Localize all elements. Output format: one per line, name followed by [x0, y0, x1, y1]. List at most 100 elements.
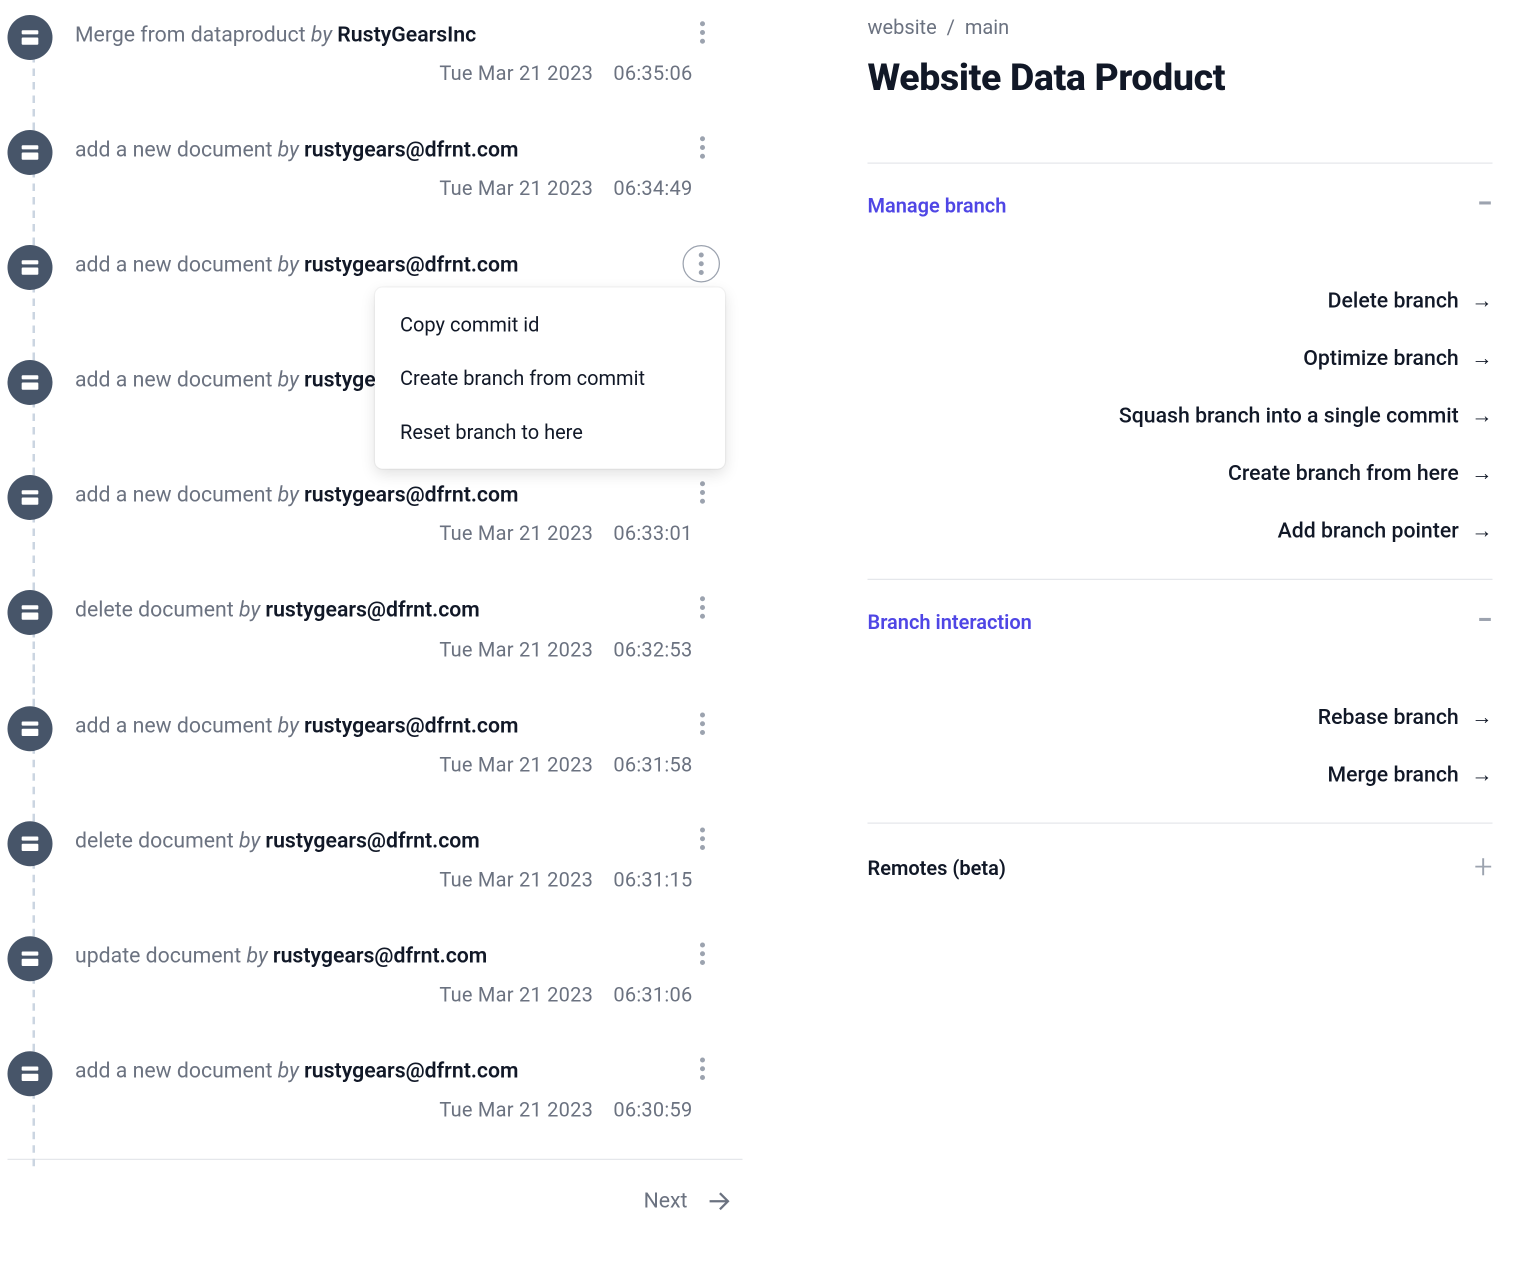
- commit-author: rustygears@dfrnt.com: [304, 138, 518, 163]
- section-title: Manage branch: [868, 193, 1007, 217]
- commit-time: 06:33:01: [613, 522, 692, 546]
- section-head[interactable]: Branch interaction −: [868, 608, 1493, 636]
- expand-icon[interactable]: +: [1474, 851, 1492, 884]
- collapse-icon[interactable]: −: [1477, 608, 1492, 636]
- commit-icon: [8, 475, 53, 520]
- arrow-right-icon: →: [1471, 346, 1492, 371]
- breadcrumb-sep: /: [947, 15, 955, 39]
- commit-author: rustygears@dfrnt.com: [273, 943, 487, 968]
- commit-body: update document by rustygears@dfrnt.com …: [75, 936, 743, 1006]
- kebab-icon[interactable]: [683, 245, 721, 283]
- commit-body: delete document by rustygears@dfrnt.com …: [75, 591, 743, 661]
- section-head[interactable]: Remotes (beta) +: [868, 851, 1493, 884]
- commit-body: delete document by rustygears@dfrnt.com …: [75, 821, 743, 891]
- next-button[interactable]: Next: [644, 1189, 688, 1214]
- breadcrumb-a[interactable]: website: [868, 15, 937, 39]
- arrow-right-icon[interactable]: [705, 1187, 733, 1215]
- commit-time: 06:35:06: [613, 61, 692, 85]
- by-label: by: [278, 483, 304, 508]
- commit-message: add a new document: [75, 368, 278, 393]
- commit-icon: [8, 360, 53, 405]
- commit-icon: [8, 706, 53, 751]
- commit-row[interactable]: delete document by rustygears@dfrnt.com …: [8, 583, 743, 698]
- commit-message: update document: [75, 943, 246, 968]
- context-menu-item[interactable]: Reset branch to here: [375, 405, 725, 459]
- context-menu-item[interactable]: Copy commit id: [375, 298, 725, 352]
- action-label: Optimize branch: [1303, 346, 1458, 371]
- kebab-icon[interactable]: [685, 706, 720, 741]
- commit-message: add a new document: [75, 713, 278, 738]
- commit-icon: [8, 15, 53, 60]
- commit-author: rustygears@dfrnt.com: [304, 483, 518, 508]
- breadcrumb-b[interactable]: main: [965, 15, 1009, 39]
- section-head[interactable]: Manage branch −: [868, 191, 1493, 219]
- kebab-icon[interactable]: [685, 130, 720, 165]
- action-label: Create branch from here: [1228, 461, 1459, 486]
- detail-panel: website / main Website Data Product Mana…: [743, 8, 1493, 919]
- commit-date: Tue Mar 21 2023: [439, 1097, 593, 1121]
- by-label: by: [278, 368, 304, 393]
- action-label: Rebase branch: [1318, 705, 1459, 730]
- commit-date: Tue Mar 21 2023: [439, 982, 593, 1006]
- branch-action[interactable]: Merge branch→: [1327, 763, 1492, 788]
- commit-row[interactable]: update document by rustygears@dfrnt.com …: [8, 928, 743, 1043]
- branch-action[interactable]: Create branch from here→: [1228, 461, 1493, 486]
- by-label: by: [246, 943, 272, 968]
- section-title: Remotes (beta): [868, 856, 1006, 880]
- commit-body: add a new document by rustygears@dfrnt.c…: [75, 1051, 743, 1121]
- by-label: by: [239, 598, 265, 623]
- commit-row[interactable]: add a new document by rustygears@dfrnt.c…: [8, 238, 743, 353]
- by-label: by: [239, 828, 265, 853]
- branch-action[interactable]: Squash branch into a single commit→: [1119, 404, 1493, 429]
- commit-row[interactable]: add a new document by rustygears@dfrnt.c…: [8, 468, 743, 583]
- branch-action[interactable]: Optimize branch →: [1303, 346, 1492, 371]
- commit-icon: [8, 936, 53, 981]
- commit-author: rustygears@dfrnt.com: [265, 598, 479, 623]
- by-label: by: [278, 713, 304, 738]
- commit-message: add a new document: [75, 1059, 278, 1084]
- commit-body: add a new document by rustygears@dfrnt.c…: [75, 130, 743, 200]
- commit-message: Merge from dataproduct: [75, 23, 311, 48]
- commit-row[interactable]: delete document by rustygears@dfrnt.com …: [8, 813, 743, 928]
- arrow-right-icon: →: [1471, 705, 1492, 730]
- commit-message: delete document: [75, 598, 239, 623]
- branch-action[interactable]: Rebase branch →: [1318, 705, 1493, 730]
- breadcrumb[interactable]: website / main: [868, 15, 1493, 39]
- commit-time: 06:32:53: [613, 637, 692, 661]
- commit-row[interactable]: add a new document by rustygears@dfrnt.c…: [8, 123, 743, 238]
- kebab-icon[interactable]: [685, 936, 720, 971]
- commit-icon: [8, 245, 53, 290]
- context-menu: Copy commit idCreate branch from commitR…: [375, 288, 725, 469]
- commit-icon: [8, 130, 53, 175]
- commit-author: rustygears@dfrnt.com: [265, 828, 479, 853]
- commit-row[interactable]: add a new document by rustygears@dfrnt.c…: [8, 1044, 743, 1159]
- commit-body: add a new document by rustygears@dfrnt.c…: [75, 706, 743, 776]
- commit-author: rustygears@dfrnt.com: [304, 713, 518, 738]
- divider: [8, 1159, 743, 1160]
- commit-row[interactable]: Merge from dataproduct by RustyGearsInc …: [8, 8, 743, 123]
- branch-action[interactable]: Add branch pointer→: [1278, 519, 1493, 544]
- page-title: Website Data Product: [868, 56, 1493, 100]
- commit-message: delete document: [75, 828, 239, 853]
- collapse-icon[interactable]: −: [1477, 191, 1492, 219]
- by-label: by: [278, 253, 304, 278]
- commit-time: 06:31:06: [613, 982, 692, 1006]
- action-label: Delete branch: [1328, 289, 1459, 314]
- commit-author: rustygears@dfrnt.com: [304, 1059, 518, 1084]
- commit-icon: [8, 821, 53, 866]
- action-label: Add branch pointer: [1278, 519, 1459, 544]
- commit-row[interactable]: add a new document by rustygears@dfrnt.c…: [8, 698, 743, 813]
- commit-date: Tue Mar 21 2023: [439, 637, 593, 661]
- kebab-icon[interactable]: [685, 821, 720, 856]
- section-remotes: Remotes (beta) +: [868, 823, 1493, 919]
- arrow-right-icon: →: [1471, 763, 1492, 788]
- commit-date: Tue Mar 21 2023: [439, 522, 593, 546]
- branch-action[interactable]: Delete branch→: [1328, 289, 1493, 314]
- action-label: Squash branch into a single commit: [1119, 404, 1459, 429]
- commit-time: 06:31:15: [613, 867, 692, 891]
- commit-body: Merge from dataproduct by RustyGearsInc …: [75, 15, 743, 85]
- section-title: Branch interaction: [868, 609, 1032, 633]
- kebab-icon[interactable]: [685, 15, 720, 50]
- context-menu-item[interactable]: Create branch from commit: [375, 351, 725, 405]
- kebab-icon[interactable]: [685, 1051, 720, 1086]
